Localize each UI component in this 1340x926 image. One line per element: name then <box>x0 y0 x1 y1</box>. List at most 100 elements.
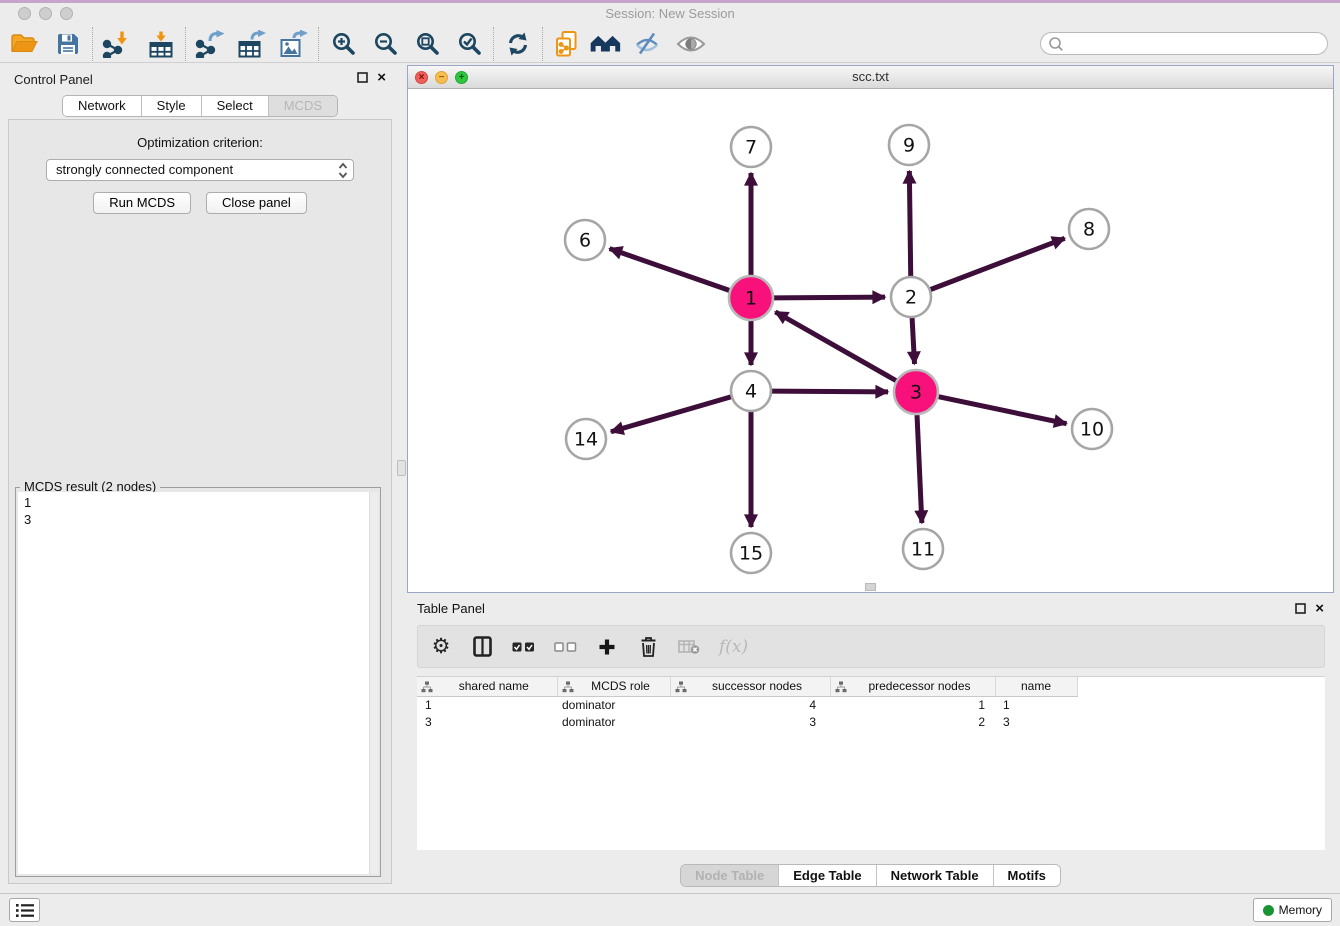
tab-style[interactable]: Style <box>142 96 202 116</box>
column-header-predecessor-nodes[interactable]: predecessor nodes <box>830 677 995 696</box>
result-scrollbar[interactable] <box>369 492 378 874</box>
node-label-6: 6 <box>579 230 591 252</box>
edge-1-6[interactable] <box>610 249 730 291</box>
deselect-all-columns-button[interactable] <box>554 642 577 652</box>
split-view-button[interactable] <box>471 636 493 657</box>
cell-name[interactable]: 1 <box>995 696 1077 713</box>
network-minimize-button[interactable]: − <box>435 71 448 84</box>
clone-network-icon <box>554 30 580 58</box>
cell-successor_nodes[interactable]: 3 <box>670 713 830 730</box>
close-window-button[interactable] <box>18 7 31 20</box>
home-overview-button[interactable] <box>589 28 621 60</box>
zoom-out-button[interactable] <box>369 28 401 60</box>
column-settings-button[interactable]: ⚙ <box>430 636 452 657</box>
run-mcds-button[interactable]: Run MCDS <box>93 192 191 214</box>
tab-node-table[interactable]: Node Table <box>681 865 779 886</box>
cell-filler <box>1077 713 1325 730</box>
optimization-criterion-dropdown[interactable]: strongly connected component <box>46 159 354 181</box>
splitter-handle-vertical[interactable] <box>397 460 406 476</box>
checked-boxes-icon <box>512 642 535 652</box>
network-window-titlebar[interactable]: × − + scc.txt <box>408 66 1333 89</box>
network-close-button[interactable]: × <box>415 71 428 84</box>
edge-4-3[interactable] <box>772 391 888 392</box>
edge-3-1[interactable] <box>775 312 896 381</box>
column-header-name[interactable]: name <box>995 677 1077 696</box>
tab-network[interactable]: Network <box>63 96 142 116</box>
save-session-button[interactable] <box>52 28 84 60</box>
cell-name[interactable]: 3 <box>995 713 1077 730</box>
edge-3-10[interactable] <box>939 397 1067 424</box>
column-header-mcds-role[interactable]: MCDS role <box>557 677 670 696</box>
import-network-button[interactable] <box>101 28 133 60</box>
delete-table-icon <box>678 639 700 654</box>
close-panel-icon[interactable]: × <box>377 71 386 84</box>
import-table-button[interactable] <box>145 28 177 60</box>
table-row[interactable]: 3dominator323 <box>417 713 1325 730</box>
select-all-columns-button[interactable] <box>512 642 535 652</box>
delete-columns-button[interactable] <box>637 636 659 657</box>
cell-predecessor_nodes[interactable]: 2 <box>830 713 995 730</box>
close-table-panel-icon[interactable]: × <box>1315 602 1324 615</box>
edge-4-14[interactable] <box>611 397 731 432</box>
task-history-button[interactable] <box>9 898 40 922</box>
cell-shared_name[interactable]: 3 <box>417 713 557 730</box>
titlebar: Session: New Session <box>0 3 1340 25</box>
network-maximize-button[interactable]: + <box>455 71 468 84</box>
tab-select[interactable]: Select <box>202 96 269 116</box>
show-graphics-details-button[interactable] <box>675 28 707 60</box>
function-builder-button[interactable]: f(x) <box>719 637 748 657</box>
zoom-fit-button[interactable] <box>411 28 443 60</box>
zoom-fit-icon <box>415 31 440 56</box>
export-table-button[interactable] <box>236 28 268 60</box>
zoom-in-button[interactable] <box>327 28 359 60</box>
tab-mcds[interactable]: MCDS <box>269 96 337 116</box>
node-label-3: 3 <box>910 382 922 404</box>
graph-svg[interactable]: 1234678910111415 <box>408 89 1333 592</box>
table-row[interactable]: 1dominator411 <box>417 696 1325 713</box>
export-image-button[interactable] <box>278 28 310 60</box>
cell-predecessor_nodes[interactable]: 1 <box>830 696 995 713</box>
tab-motifs[interactable]: Motifs <box>994 865 1060 886</box>
add-column-button[interactable] <box>596 638 618 656</box>
close-panel-button[interactable]: Close panel <box>206 192 307 214</box>
node-label-2: 2 <box>905 287 917 309</box>
search-input[interactable] <box>1068 35 1327 53</box>
toolbar-separator <box>185 27 186 61</box>
cell-successor_nodes[interactable]: 4 <box>670 696 830 713</box>
search-box[interactable] <box>1040 32 1328 55</box>
column-header-successor-nodes[interactable]: successor nodes <box>670 677 830 696</box>
toolbar-separator <box>493 27 494 61</box>
edge-2-8[interactable] <box>931 238 1065 289</box>
float-panel-icon[interactable] <box>357 72 368 83</box>
edge-2-3[interactable] <box>912 318 914 364</box>
edge-3-11[interactable] <box>917 415 922 523</box>
hide-graphics-details-button[interactable] <box>631 28 663 60</box>
list-icon <box>15 902 35 919</box>
splitter-handle-horizontal[interactable] <box>865 583 876 591</box>
open-session-button[interactable] <box>8 28 40 60</box>
double-house-icon <box>589 32 621 55</box>
zoom-selected-button[interactable] <box>453 28 485 60</box>
network-canvas[interactable]: 1234678910111415 <box>408 89 1333 592</box>
export-network-button[interactable] <box>194 28 226 60</box>
float-table-panel-icon[interactable] <box>1295 603 1306 614</box>
tab-edge-table[interactable]: Edge Table <box>779 865 876 886</box>
edge-2-9[interactable] <box>909 171 910 276</box>
cell-mcds_role[interactable]: dominator <box>557 696 670 713</box>
node-table: shared name MCDS role succ <box>417 677 1325 730</box>
edge-1-2[interactable] <box>774 297 885 298</box>
delete-table-button[interactable] <box>678 639 700 654</box>
cell-shared_name[interactable]: 1 <box>417 696 557 713</box>
node-label-11: 11 <box>911 539 935 561</box>
memory-button[interactable]: Memory <box>1253 898 1332 922</box>
mcds-result-box[interactable]: 1 3 <box>18 492 378 874</box>
zoom-window-button[interactable] <box>60 7 73 20</box>
column-header-shared-name[interactable]: shared name <box>417 677 557 696</box>
minimize-window-button[interactable] <box>39 7 52 20</box>
node-table-area: shared name MCDS role succ <box>417 676 1325 850</box>
cell-mcds_role[interactable]: dominator <box>557 713 670 730</box>
tab-network-table[interactable]: Network Table <box>877 865 994 886</box>
refresh-view-button[interactable] <box>502 28 534 60</box>
node-label-10: 10 <box>1080 419 1104 441</box>
clone-network-button[interactable] <box>551 28 583 60</box>
